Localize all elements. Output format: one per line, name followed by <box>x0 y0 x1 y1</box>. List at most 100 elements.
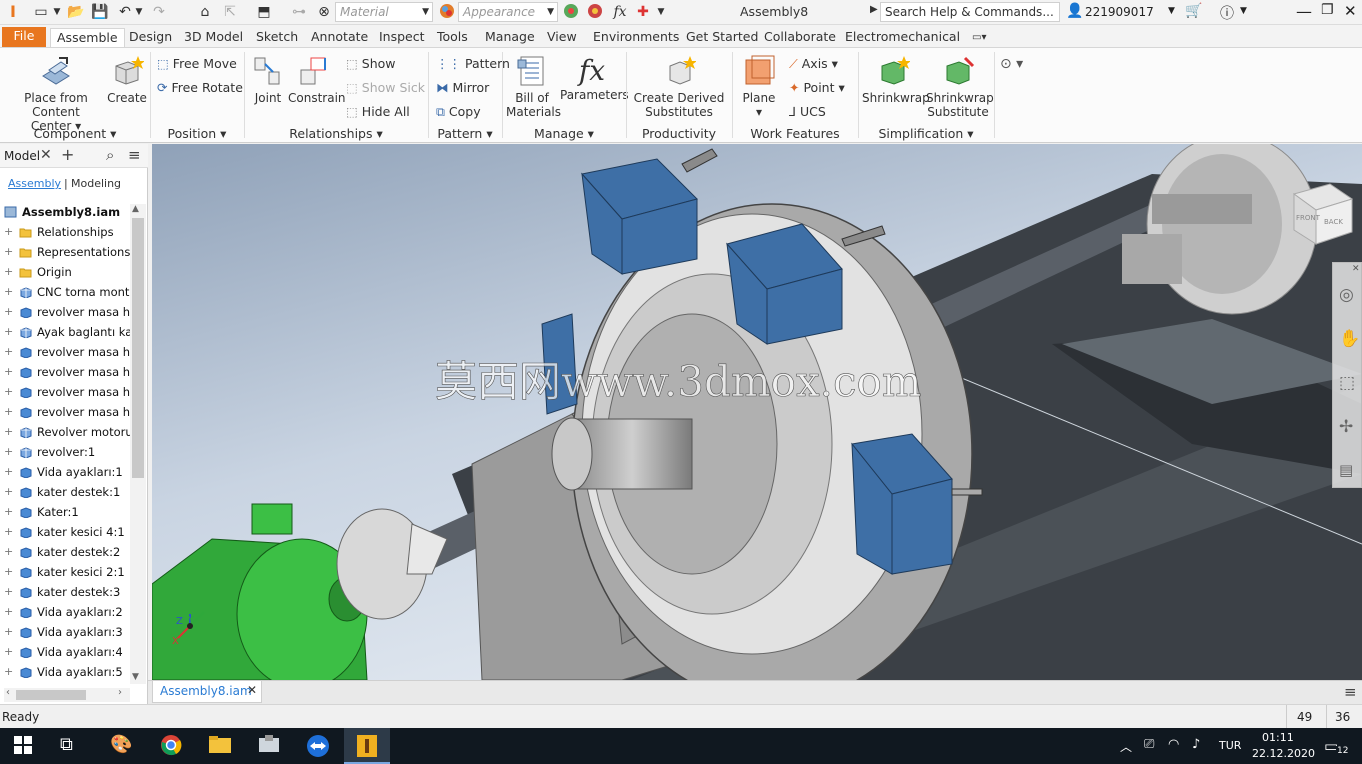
orbit-icon[interactable]: ✢ <box>1339 417 1353 437</box>
save-icon[interactable]: 💾 <box>91 3 109 21</box>
chrome-icon[interactable] <box>160 734 186 758</box>
tree-item[interactable]: + Revolver motoru alt <box>0 422 132 442</box>
steering-wheel-icon[interactable]: ◎ <box>1339 285 1354 305</box>
show-button[interactable]: ⬚ Show <box>346 56 396 72</box>
file-explorer-icon[interactable] <box>208 734 234 758</box>
free-rotate-button[interactable]: ⟳ Free Rotate <box>157 80 243 96</box>
tree-item[interactable]: + kater destek:1 <box>0 482 132 502</box>
expand-icon[interactable]: + <box>4 542 14 562</box>
place-from-content-center-button[interactable]: Place from Content Center ▾ <box>12 54 100 133</box>
tree-item[interactable]: + Vida ayakları:1 <box>0 462 132 482</box>
group-relationships-label[interactable]: Relationships ▾ <box>244 126 428 141</box>
browser-hscrollbar[interactable]: ‹ › <box>4 687 130 702</box>
zoom-icon[interactable]: ⬚ <box>1339 373 1355 393</box>
chevron-down-icon[interactable]: ▼ <box>655 3 667 21</box>
tree-item[interactable]: + CNC torna montaj:1 <box>0 282 132 302</box>
scroll-right-icon[interactable]: › <box>118 687 122 698</box>
minimize-icon[interactable]: — <box>1296 2 1312 21</box>
tree-item[interactable]: + revolver:1 <box>0 442 132 462</box>
bill-of-materials-button[interactable]: Bill of Materials <box>506 54 561 119</box>
copy-button[interactable]: ⧉ Copy <box>436 104 481 120</box>
ribbon-more-icon[interactable]: ⊙ ▾ <box>1000 56 1023 72</box>
view-cube[interactable]: FRONT BACK <box>1292 183 1354 245</box>
group-position-label[interactable]: Position ▾ <box>150 126 244 141</box>
tree-item[interactable]: + Vida ayakları:2 <box>0 602 132 622</box>
group-simplification-label[interactable]: Simplification ▾ <box>858 126 994 141</box>
open-folder-icon[interactable]: 📂 <box>66 3 86 21</box>
expand-icon[interactable]: + <box>4 222 14 242</box>
search-help-input[interactable]: Search Help & Commands... <box>880 2 1060 22</box>
pan-hand-icon[interactable]: ✋ <box>1339 329 1360 349</box>
scroll-down-icon[interactable]: ▼ <box>132 672 139 682</box>
expand-icon[interactable]: + <box>4 502 14 522</box>
redo-icon[interactable]: ↷ <box>150 3 168 21</box>
shrinkwrap-button[interactable]: Shrinkwrap <box>862 54 930 105</box>
tab-view[interactable]: View <box>541 28 583 48</box>
close-icon[interactable]: ✕ <box>1352 264 1360 274</box>
tab-annotate[interactable]: Annotate <box>305 28 374 48</box>
expand-icon[interactable]: + <box>4 482 14 502</box>
show-sick-button[interactable]: ⬚ Show Sick <box>346 80 425 96</box>
select-icon[interactable]: ⇱ <box>220 3 240 21</box>
graphics-viewport[interactable]: 莫西网www.3dmox.com Z Y X FRONT BACK ✕ ◎ ✋ … <box>152 144 1362 680</box>
document-tab[interactable]: Assembly8.iam ✕ <box>152 681 262 703</box>
expand-icon[interactable]: + <box>4 522 14 542</box>
tab-manage[interactable]: Manage <box>479 28 541 48</box>
pattern-button[interactable]: ⋮⋮ Pattern <box>436 56 510 72</box>
expand-icon[interactable]: + <box>4 382 14 402</box>
expand-icon[interactable]: + <box>4 642 14 662</box>
inventor-logo-icon[interactable]: I <box>4 3 22 21</box>
tab-tools[interactable]: Tools <box>431 28 474 48</box>
expand-icon[interactable]: + <box>4 242 14 262</box>
free-move-button[interactable]: ⬚ Free Move <box>157 56 237 72</box>
tab-design[interactable]: Design <box>123 28 178 48</box>
expand-icon[interactable]: + <box>4 342 14 362</box>
clear-appearance-icon[interactable] <box>562 3 580 21</box>
create-button[interactable]: Create <box>104 54 150 105</box>
tree-item[interactable]: + kater kesici 4:1 <box>0 522 132 542</box>
plane-button[interactable]: Plane ▾ <box>738 54 780 119</box>
expand-icon[interactable]: + <box>4 362 14 382</box>
expand-icon[interactable]: + <box>4 422 14 442</box>
tree-item[interactable]: + Origin <box>0 262 132 282</box>
ucs-button[interactable]: ⅃ UCS <box>789 104 826 120</box>
fx-icon[interactable]: fx <box>610 3 630 21</box>
appearance-sphere-icon[interactable] <box>438 3 456 21</box>
tree-item[interactable]: + Vida ayakları:3 <box>0 622 132 642</box>
tabs-menu-icon[interactable]: ≡ <box>1344 683 1357 701</box>
expand-icon[interactable]: + <box>4 262 14 282</box>
windows-start-icon[interactable] <box>12 734 38 758</box>
tab-assemble[interactable]: Assemble <box>50 28 125 48</box>
expand-icon[interactable]: + <box>4 622 14 642</box>
help-icon[interactable]: ⓘ <box>1220 3 1234 23</box>
close-icon[interactable]: ✕ <box>40 147 52 163</box>
expand-icon[interactable]: + <box>4 662 14 682</box>
material-select[interactable]: Material ▼ <box>335 2 433 22</box>
tab-environments[interactable]: Environments <box>587 28 685 48</box>
tab-file[interactable]: File <box>2 27 46 47</box>
adjust-appearance-icon[interactable] <box>586 3 604 21</box>
scrollbar-thumb[interactable] <box>132 218 144 478</box>
look-at-icon[interactable]: ▤ <box>1339 461 1353 479</box>
restore-icon[interactable]: ❐ <box>1321 2 1334 18</box>
chevron-down-icon[interactable]: ▼ <box>1240 6 1247 16</box>
add-icon[interactable]: ✚ <box>634 3 652 21</box>
chevron-down-icon[interactable]: ▼ <box>134 3 144 21</box>
browser-tab-assembly[interactable]: Assembly <box>8 177 61 190</box>
appearance-select[interactable]: Appearance ▼ <box>458 2 558 22</box>
tree-item[interactable]: + revolver masa hattı <box>0 402 132 422</box>
menu-icon[interactable]: ≡ <box>128 146 141 164</box>
tree-root[interactable]: Assembly8.iam <box>0 202 132 222</box>
tab-3d-model[interactable]: 3D Model <box>178 28 249 48</box>
expand-icon[interactable]: + <box>4 562 14 582</box>
joint-button[interactable]: Joint <box>248 54 288 105</box>
update-icon[interactable]: ⬒ <box>254 3 274 21</box>
axis-button[interactable]: ⟋ Axis ▾ <box>789 56 838 72</box>
tray-chevron-up-icon[interactable]: ︿ <box>1120 738 1132 755</box>
tree-item[interactable]: + revolver masa hattı <box>0 382 132 402</box>
tree-item[interactable]: + revolver masa hattı <box>0 362 132 382</box>
tree-item[interactable]: + Kater:1 <box>0 502 132 522</box>
tree-item[interactable]: + Vida ayakları:4 <box>0 642 132 662</box>
tab-electromechanical[interactable]: Electromechanical <box>839 28 966 48</box>
scroll-up-icon[interactable]: ▲ <box>132 204 139 214</box>
